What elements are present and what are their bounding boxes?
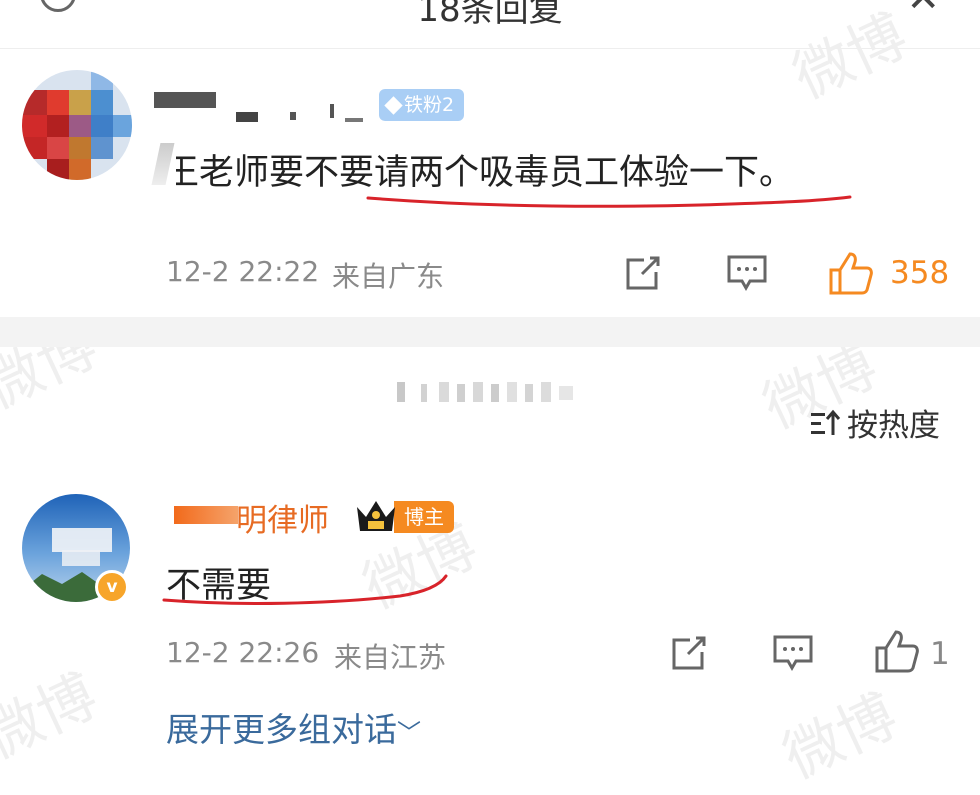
- name-mask: [345, 118, 363, 122]
- text-mask: [151, 143, 175, 185]
- comment-location: 来自江苏: [334, 641, 447, 674]
- chevron-down-icon: ﹀: [397, 719, 421, 747]
- author-name[interactable]: 明律师: [236, 495, 329, 540]
- verified-v-icon: v: [95, 570, 129, 604]
- comment-icon[interactable]: [772, 634, 814, 674]
- like-icon[interactable]: [828, 250, 874, 296]
- watermark-text: 微博: [0, 661, 108, 772]
- like-count: 1: [930, 636, 950, 672]
- comment-time: 12-2 22:22: [166, 255, 320, 288]
- sort-icon: [811, 409, 841, 435]
- sort-label: 按热度: [847, 408, 940, 444]
- avatar[interactable]: [22, 70, 132, 180]
- blogger-badge-label: 博主: [394, 501, 454, 533]
- name-mask: [236, 112, 258, 122]
- blogger-badge: 博主: [354, 497, 454, 537]
- section-divider: [0, 317, 980, 347]
- like-icon[interactable]: [874, 628, 920, 674]
- share-icon[interactable]: [622, 254, 662, 294]
- header-title: 18条回复: [417, 0, 563, 30]
- comment-time: 12-2 22:26: [166, 636, 320, 669]
- share-icon[interactable]: [668, 634, 708, 674]
- sort-by-hot-button[interactable]: 按热度: [809, 400, 940, 445]
- fan-level-badge: 铁粉2: [379, 89, 465, 121]
- expand-label: 展开更多组对话: [166, 710, 397, 749]
- name-mask: [154, 92, 216, 108]
- comment-text: 王老师要不要请两个吸毒员工体验一下。: [164, 153, 795, 193]
- watermark-text: 微博: [773, 681, 908, 792]
- dialog-header: 18条回复 ✕: [0, 0, 980, 49]
- fan-badge-label: 铁粉2: [404, 94, 455, 116]
- underline-stroke-1: [366, 195, 852, 208]
- name-mask: [174, 506, 238, 524]
- diamond-icon: [384, 95, 403, 115]
- expand-more-dialogs-link[interactable]: 展开更多组对话﹀: [166, 703, 421, 751]
- like-count: 358: [890, 255, 950, 291]
- comment-location: 来自广东: [332, 260, 445, 293]
- name-mask: [330, 104, 334, 118]
- comment-icon[interactable]: [726, 254, 768, 294]
- comment-text: 不需要: [166, 566, 272, 606]
- crown-icon: [357, 501, 395, 531]
- pixelated-avatar-image: [22, 70, 132, 180]
- blurred-text-mask: [397, 382, 573, 402]
- close-icon[interactable]: ✕: [906, 0, 940, 18]
- name-mask: [290, 112, 296, 120]
